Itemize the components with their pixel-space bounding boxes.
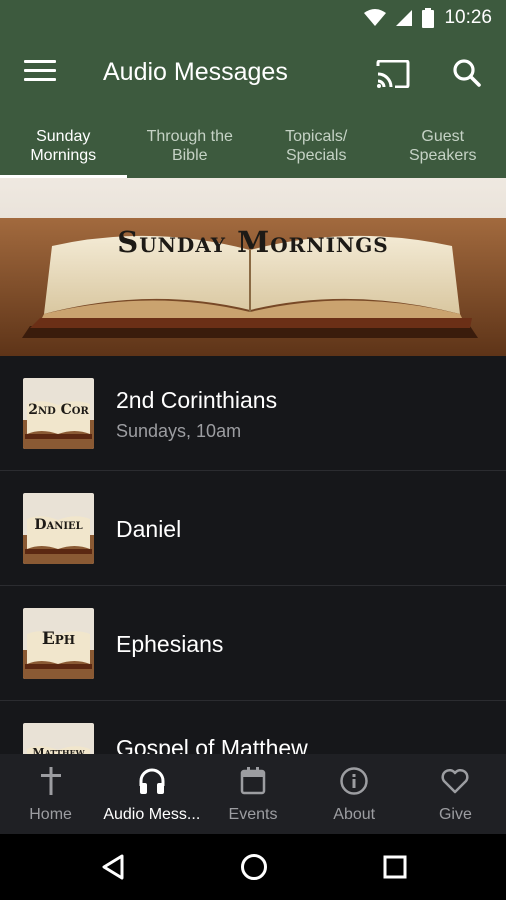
nav-events[interactable]: Events xyxy=(202,754,303,834)
cross-icon xyxy=(40,767,61,795)
thumbnail-label: Daniel xyxy=(34,517,83,533)
nav-audio-messages[interactable]: Audio Mess... xyxy=(101,754,202,834)
series-title: Daniel xyxy=(116,516,182,542)
menu-icon[interactable] xyxy=(24,60,56,88)
nav-home[interactable]: Home xyxy=(0,754,101,834)
battery-icon xyxy=(422,8,435,28)
nav-label: Give xyxy=(438,806,472,823)
bottom-navigation: Home Audio Mess... Events About Give xyxy=(0,754,506,834)
list-item[interactable]: 2nd Cor 2nd Corinthians Sundays, 10am xyxy=(0,356,506,471)
back-icon[interactable] xyxy=(100,853,126,881)
series-thumbnail: 2nd Cor xyxy=(23,378,94,449)
thumbnail-label: Eph xyxy=(41,629,76,649)
series-title: Ephesians xyxy=(116,631,224,657)
series-thumbnail: Daniel xyxy=(23,493,94,564)
thumbnail-label: 2nd Cor xyxy=(28,402,89,418)
hero-banner: Sunday Mornings xyxy=(0,178,506,356)
search-icon[interactable] xyxy=(452,58,482,88)
thumbnail-label: Matthew xyxy=(32,746,85,754)
list-item[interactable]: Daniel Daniel xyxy=(0,471,506,586)
series-subtitle: Sundays, 10am xyxy=(116,421,242,441)
heart-icon xyxy=(441,768,469,794)
info-icon xyxy=(340,767,368,795)
app-bar: Audio Messages xyxy=(0,36,506,112)
hero-title: Sunday Mornings xyxy=(117,225,389,259)
tab-topicals-specials[interactable]: Topicals/ Specials xyxy=(253,112,380,178)
tab-sunday-mornings[interactable]: Sunday Mornings xyxy=(0,112,127,178)
tab-guest-speakers[interactable]: Guest Speakers xyxy=(380,112,506,178)
status-time: 10:26 xyxy=(444,7,492,28)
recents-square-icon[interactable] xyxy=(382,853,408,881)
nav-give[interactable]: Give xyxy=(405,754,506,834)
nav-about[interactable]: About xyxy=(304,754,405,834)
nav-label: Events xyxy=(228,806,278,823)
status-bar: 10:26 xyxy=(0,0,506,36)
nav-label: Audio Mess... xyxy=(103,806,201,823)
wifi-icon xyxy=(364,9,387,26)
series-thumbnail: Eph xyxy=(23,608,94,679)
nav-label: About xyxy=(333,806,376,823)
calendar-icon xyxy=(240,767,266,795)
series-thumbnail: Matthew xyxy=(23,723,94,754)
open-bible-image xyxy=(0,178,506,356)
list-item[interactable]: Eph Ephesians xyxy=(0,586,506,701)
tab-through-the-bible[interactable]: Through the Bible xyxy=(127,112,254,178)
cast-icon[interactable] xyxy=(376,60,410,88)
signal-icon xyxy=(396,10,413,26)
series-list: 2nd Cor 2nd Corinthians Sundays, 10am Da… xyxy=(0,356,506,754)
headphones-icon xyxy=(139,768,165,794)
nav-label: Home xyxy=(29,806,72,823)
series-title: Gospel of Matthew xyxy=(116,735,308,754)
tab-bar: Sunday Mornings Through the Bible Topica… xyxy=(0,112,506,178)
home-circle-icon[interactable] xyxy=(240,853,268,881)
system-navigation-bar xyxy=(0,834,506,900)
list-item[interactable]: Matthew Gospel of Matthew xyxy=(0,701,506,754)
series-title: 2nd Corinthians xyxy=(116,387,278,413)
page-title: Audio Messages xyxy=(103,58,288,86)
